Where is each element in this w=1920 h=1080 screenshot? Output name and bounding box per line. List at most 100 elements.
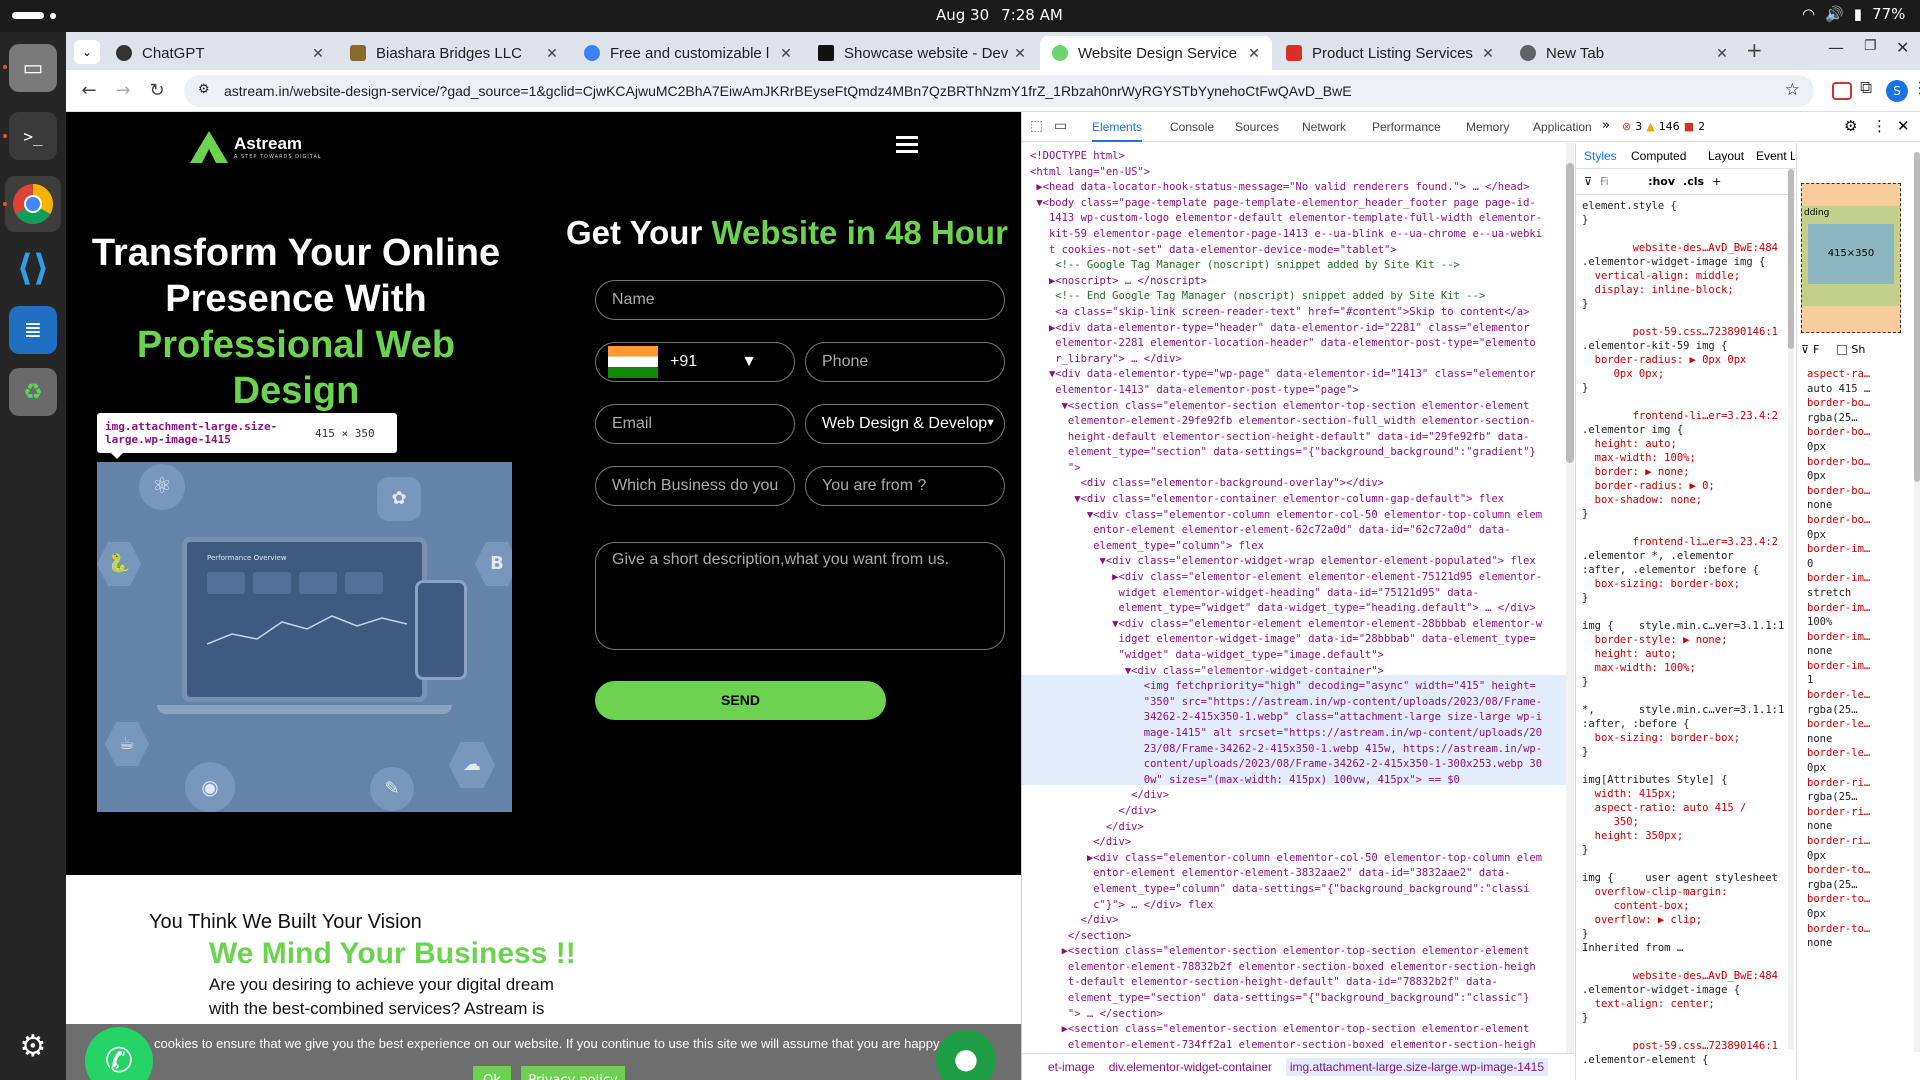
close-icon[interactable]: ✕ bbox=[1244, 45, 1264, 62]
dom-line[interactable]: elementor-element-734ff2a1 elementor-sec… bbox=[1030, 1038, 1542, 1053]
tab-free-customizable[interactable]: Free and customizable l ✕ bbox=[572, 36, 804, 70]
dom-line[interactable]: <html lang="en-US"> bbox=[1030, 165, 1542, 181]
country-code-select[interactable]: +91 ▼ bbox=[595, 342, 795, 382]
dom-line[interactable]: c"}"> … </div> flex bbox=[1030, 898, 1542, 914]
device-toolbar-icon[interactable]: ▭ bbox=[1054, 118, 1067, 134]
forward-button[interactable]: → bbox=[110, 78, 136, 104]
tab-chatgpt[interactable]: ChatGPT ✕ bbox=[104, 36, 336, 70]
close-icon[interactable]: ✕ bbox=[1712, 45, 1732, 62]
dom-scrollbar[interactable] bbox=[1566, 143, 1574, 1053]
dom-line[interactable]: t cookies-not-set" data-elementor-device… bbox=[1030, 243, 1542, 259]
system-tray[interactable]: ◠ 🔊 ▮ 77% bbox=[1802, 5, 1905, 23]
breadcrumb-item[interactable]: et-image bbox=[1048, 1060, 1095, 1074]
breadcrumb-item[interactable]: div.elementor-widget-container bbox=[1109, 1060, 1272, 1074]
dom-line[interactable]: "> … </section> bbox=[1030, 1007, 1542, 1023]
issue-counters[interactable]: ⊗ 3 ▲ 146 ■ 2 bbox=[1622, 120, 1705, 133]
dom-line[interactable]: </div> bbox=[1030, 788, 1542, 804]
clock[interactable]: Aug 30 7:28 AM bbox=[936, 6, 1063, 24]
settings-gear-icon[interactable]: ⚙ bbox=[1844, 117, 1857, 135]
close-window-button[interactable]: ✕ bbox=[1896, 38, 1909, 57]
cookie-ok-button[interactable]: Ok bbox=[473, 1066, 511, 1080]
dom-line[interactable]: idget elementor-widget-image" data-id="2… bbox=[1030, 632, 1542, 648]
tab-search-button[interactable]: ⌄ bbox=[74, 40, 100, 64]
close-icon[interactable]: ✕ bbox=[1010, 45, 1030, 62]
dom-line[interactable]: content/uploads/2023/08/Frame-34262-2-41… bbox=[1030, 757, 1542, 773]
devtools-tab-performance[interactable]: Performance bbox=[1372, 112, 1441, 142]
dom-line[interactable]: ▼<div class="elementor-column elementor-… bbox=[1030, 508, 1542, 524]
phone-input[interactable]: Phone bbox=[805, 342, 1005, 382]
tab-new-tab[interactable]: New Tab ✕ bbox=[1508, 36, 1740, 70]
dom-line[interactable]: mage-1415" alt srcset="https://astream.i… bbox=[1030, 726, 1542, 742]
description-textarea[interactable]: Give a short description,what you want f… bbox=[595, 542, 1005, 650]
dom-line[interactable]: 23/08/Frame-34262-2-415x350-1.webp 415w,… bbox=[1030, 742, 1542, 758]
profile-avatar[interactable]: S bbox=[1886, 80, 1908, 102]
dom-line[interactable]: ▼<section class="elementor-section eleme… bbox=[1030, 399, 1542, 415]
menu-kebab-icon[interactable]: ⋮ bbox=[1912, 78, 1920, 97]
more-tabs-icon[interactable]: » bbox=[1602, 118, 1610, 133]
close-icon[interactable]: ✕ bbox=[308, 45, 328, 62]
new-tab-button[interactable]: + bbox=[1746, 38, 1763, 62]
site-logo[interactable]: Astream A STEP TOWARDS DIGITAL bbox=[188, 129, 322, 165]
dom-line[interactable]: entor-element elementor-element-3832aae2… bbox=[1030, 866, 1542, 882]
dom-line[interactable]: </div> bbox=[1030, 820, 1542, 836]
dom-line[interactable]: r_library"> … </div> bbox=[1030, 352, 1542, 368]
dom-line[interactable]: ▶<section class="elementor-section eleme… bbox=[1030, 1022, 1542, 1038]
dom-line[interactable]: <!-- Google Tag Manager (noscript) snipp… bbox=[1030, 258, 1542, 274]
add-rule-icon[interactable]: + bbox=[1712, 175, 1721, 188]
show-all-checkbox[interactable] bbox=[1837, 344, 1848, 355]
dom-line[interactable]: ▼<div class="elementor-widget-container"… bbox=[1030, 664, 1542, 680]
dom-line[interactable]: elementor-2281 elementor-location-header… bbox=[1030, 336, 1542, 352]
close-icon[interactable]: ✕ bbox=[1478, 45, 1498, 62]
dom-line[interactable]: height-default elementor-section-height-… bbox=[1030, 430, 1542, 446]
send-button[interactable]: SEND bbox=[595, 681, 886, 720]
dom-line[interactable]: elementor-1413" data-elementor-post-type… bbox=[1030, 383, 1542, 399]
email-input[interactable]: Email bbox=[595, 404, 795, 444]
close-devtools-icon[interactable]: ✕ bbox=[1897, 117, 1910, 135]
dom-line[interactable]: element_type="column" data-settings="{"b… bbox=[1030, 882, 1542, 898]
dom-line[interactable]: 34262-2-415x350-1.webp" class="attachmen… bbox=[1030, 710, 1542, 726]
styles-scrollbar[interactable] bbox=[1788, 169, 1794, 1049]
devtools-tab-network[interactable]: Network bbox=[1302, 112, 1346, 142]
dom-line[interactable]: 0w" sizes="(max-width: 415px) 100vw, 415… bbox=[1030, 773, 1542, 789]
dom-line[interactable]: ▶<noscript> … </noscript> bbox=[1030, 274, 1542, 290]
reload-button[interactable]: ↻ bbox=[144, 78, 170, 104]
cls-toggle[interactable]: .cls bbox=[1683, 175, 1704, 188]
business-input[interactable]: Which Business do you bbox=[595, 466, 795, 506]
dom-line[interactable]: "> bbox=[1030, 461, 1542, 477]
dom-line[interactable]: elementor-element-78832b2f elementor-sec… bbox=[1030, 960, 1542, 976]
bookmark-star-icon[interactable]: ☆ bbox=[1785, 80, 1800, 100]
dom-line[interactable]: ▶<div class="elementor-element elementor… bbox=[1030, 570, 1542, 586]
devtools-tab-sources[interactable]: Sources bbox=[1235, 112, 1279, 142]
devtools-tab-elements[interactable]: Elements bbox=[1092, 112, 1143, 142]
maximize-button[interactable]: ❐ bbox=[1864, 38, 1877, 54]
dom-line[interactable]: </div> bbox=[1030, 804, 1542, 820]
dom-line[interactable]: widget elementor-widget-heading" data-id… bbox=[1030, 586, 1542, 602]
dom-line[interactable]: </div> bbox=[1030, 913, 1542, 929]
minimize-button[interactable]: — bbox=[1828, 38, 1844, 57]
dom-line[interactable]: ▼<div class="elementor-element elementor… bbox=[1030, 617, 1542, 633]
dom-line[interactable]: element_type="section" data-settings="{"… bbox=[1030, 445, 1542, 461]
dom-line[interactable]: element_type="widget" data-widget_type="… bbox=[1030, 601, 1542, 617]
dom-line[interactable]: "widget" data-widget_type="image.default… bbox=[1030, 648, 1542, 664]
extension-icon[interactable] bbox=[1832, 82, 1852, 100]
dom-line[interactable]: <img fetchpriority="high" decoding="asyn… bbox=[1030, 679, 1542, 695]
trash-app-icon[interactable]: ♻ bbox=[9, 368, 57, 416]
devtools-tab-application[interactable]: Application bbox=[1533, 112, 1592, 142]
dom-line[interactable]: <a class="skip-link screen-reader-text" … bbox=[1030, 305, 1542, 321]
dom-line[interactable]: element_type="section" data-settings="{"… bbox=[1030, 991, 1542, 1007]
dom-line[interactable]: <!-- End Google Tag Manager (noscript) s… bbox=[1030, 289, 1542, 305]
privacy-policy-button[interactable]: Privacy policy bbox=[521, 1066, 625, 1080]
subtab-computed[interactable]: Computed bbox=[1631, 149, 1686, 163]
site-info-icon[interactable]: ⚙ bbox=[198, 81, 210, 97]
dom-line[interactable]: ▶<head data-locator-hook-status-message=… bbox=[1030, 180, 1542, 196]
location-input[interactable]: You are from ? bbox=[805, 466, 1005, 506]
subtab-styles[interactable]: Styles bbox=[1584, 149, 1617, 163]
activities-indicator[interactable] bbox=[12, 12, 44, 19]
service-select[interactable]: Web Design & Develop ▼ bbox=[805, 404, 1005, 444]
dom-line[interactable]: </section> bbox=[1030, 929, 1542, 945]
dom-line[interactable]: </div> bbox=[1030, 835, 1542, 851]
dom-line[interactable]: ▼<body class="page-template page-templat… bbox=[1030, 196, 1542, 212]
dom-line[interactable]: "350" src="https://astream.in/wp-content… bbox=[1030, 695, 1542, 711]
dom-line[interactable]: ▶<section class="elementor-section eleme… bbox=[1030, 944, 1542, 960]
dom-line[interactable]: t-default elementor-section-height-defau… bbox=[1030, 975, 1542, 991]
